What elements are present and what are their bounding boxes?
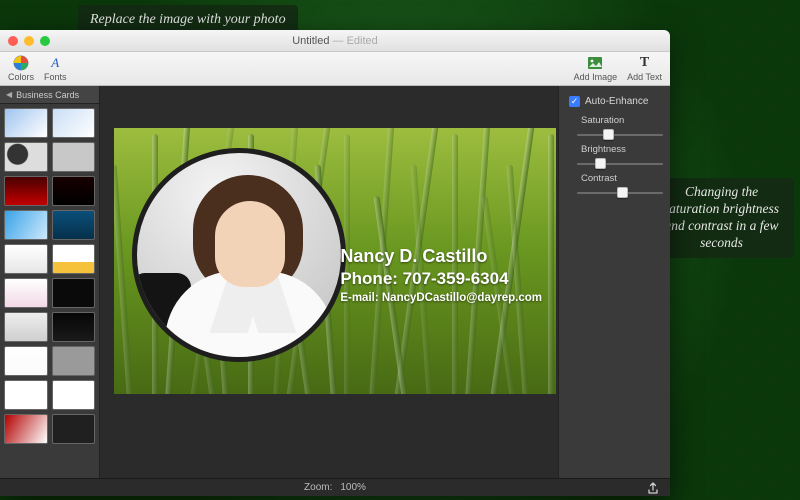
title-main: Untitled — [292, 35, 329, 47]
slider-row-contrast: Contrast — [569, 173, 660, 200]
template-thumb[interactable] — [52, 312, 96, 342]
slider-knob[interactable] — [617, 187, 628, 198]
portrait-placeholder[interactable] — [132, 148, 346, 362]
toolbar-label: Colors — [8, 72, 34, 82]
slider-label: Brightness — [569, 144, 660, 155]
add-image-button[interactable]: Add Image — [574, 55, 618, 82]
auto-enhance-row[interactable]: ✓ Auto-Enhance — [569, 96, 660, 107]
template-thumb[interactable] — [4, 414, 48, 444]
slider-knob[interactable] — [595, 158, 606, 169]
app-window: Untitled — Edited Colors A Fonts — [0, 30, 670, 496]
titlebar: Untitled — Edited — [0, 30, 670, 52]
template-thumb[interactable] — [52, 346, 96, 376]
template-thumb[interactable] — [52, 414, 96, 444]
canvas-area: Nancy D. Castillo Phone: 707-359-6304 E-… — [100, 86, 558, 478]
auto-enhance-label: Auto-Enhance — [585, 96, 648, 107]
slider-row-saturation: Saturation — [569, 115, 660, 142]
checkbox-checked-icon[interactable]: ✓ — [569, 96, 580, 107]
zoom-label: Zoom: — [304, 482, 332, 493]
template-thumb[interactable] — [4, 142, 48, 172]
toolbar-label: Add Image — [574, 72, 618, 82]
template-thumb[interactable] — [52, 108, 96, 138]
sidebar-heading: Business Cards — [16, 90, 79, 100]
business-card-canvas[interactable]: Nancy D. Castillo Phone: 707-359-6304 E-… — [114, 128, 556, 394]
share-icon[interactable] — [646, 481, 660, 496]
slider-track — [577, 163, 663, 165]
properties-panel: ✓ Auto-Enhance Saturation Brightness Contr… — [558, 86, 670, 478]
window-title: Untitled — Edited — [0, 35, 670, 47]
template-thumb[interactable] — [52, 278, 96, 308]
template-thumb[interactable] — [4, 176, 48, 206]
text-icon: T — [637, 55, 653, 71]
template-thumb[interactable] — [52, 210, 96, 240]
sidebar-heading-row[interactable]: ◀ Business Cards — [0, 86, 99, 104]
template-thumb[interactable] — [4, 380, 48, 410]
contrast-slider[interactable] — [577, 186, 663, 200]
callout-adjustments: Changing the saturation brightness and c… — [649, 178, 794, 258]
slider-knob[interactable] — [603, 129, 614, 140]
slider-label: Saturation — [569, 115, 660, 126]
grass-blade — [548, 134, 554, 394]
color-wheel-icon — [13, 55, 29, 71]
template-thumb[interactable] — [52, 380, 96, 410]
slider-label: Contrast — [569, 173, 660, 184]
title-suffix: — Edited — [329, 35, 377, 47]
image-icon — [587, 55, 603, 71]
toolbar-label: Fonts — [44, 72, 67, 82]
face-shape — [215, 201, 285, 287]
template-grid — [0, 104, 99, 478]
card-name: Nancy D. Castillo — [340, 246, 542, 267]
saturation-slider[interactable] — [577, 128, 663, 142]
template-sidebar: ◀ Business Cards — [0, 86, 100, 478]
colors-button[interactable]: Colors — [8, 55, 34, 82]
template-thumb[interactable] — [4, 312, 48, 342]
template-thumb[interactable] — [52, 244, 96, 274]
toolbar-label: Add Text — [627, 72, 662, 82]
card-text-block[interactable]: Nancy D. Castillo Phone: 707-359-6304 E-… — [340, 246, 542, 304]
template-thumb[interactable] — [4, 210, 48, 240]
brightness-slider[interactable] — [577, 157, 663, 171]
template-thumb[interactable] — [4, 244, 48, 274]
zoom-value[interactable]: 100% — [340, 482, 366, 493]
fonts-icon: A — [47, 55, 63, 71]
template-thumb[interactable] — [4, 278, 48, 308]
grass-blade — [114, 164, 134, 394]
card-phone: Phone: 707-359-6304 — [340, 269, 542, 289]
card-email: E-mail: NancyDCastillo@dayrep.com — [340, 292, 542, 304]
fonts-button[interactable]: A Fonts — [44, 55, 67, 82]
slider-track — [577, 134, 663, 136]
chevron-left-icon: ◀ — [6, 90, 12, 99]
template-thumb[interactable] — [52, 176, 96, 206]
template-thumb[interactable] — [4, 346, 48, 376]
template-thumb[interactable] — [4, 108, 48, 138]
callout-text: Changing the saturation brightness and c… — [664, 184, 779, 250]
add-text-button[interactable]: T Add Text — [627, 55, 662, 82]
toolbar: Colors A Fonts Add Image T Add Text — [0, 52, 670, 86]
callout-text: Replace the image with your photo — [90, 12, 286, 27]
status-bar: Zoom: 100% — [0, 478, 670, 496]
template-thumb[interactable] — [52, 142, 96, 172]
slider-row-brightness: Brightness — [569, 144, 660, 171]
